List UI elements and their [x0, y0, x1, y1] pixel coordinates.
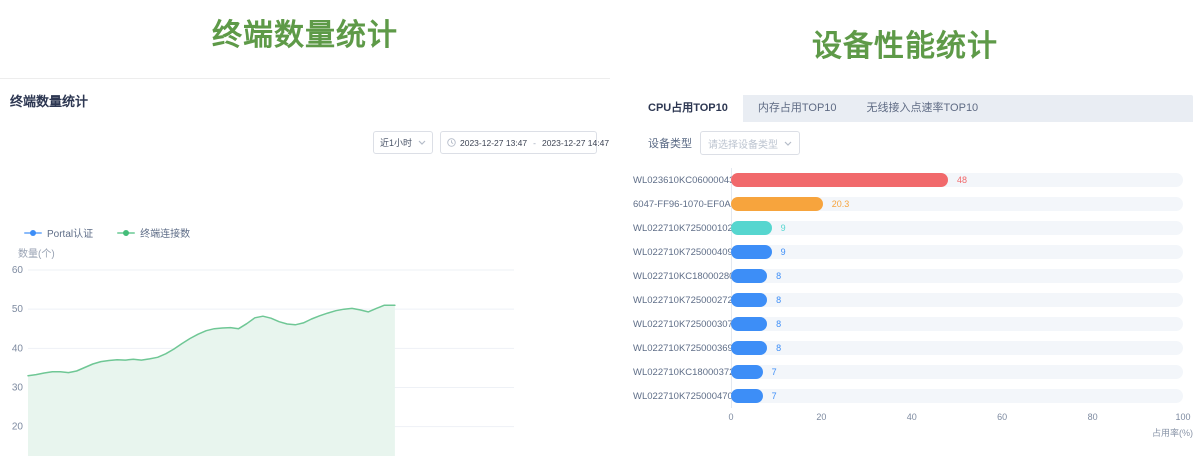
bar-track: 7 [731, 389, 1183, 403]
clock-icon [447, 138, 456, 147]
bar-fill [731, 293, 767, 307]
device-type-select[interactable]: 请选择设备类型 [700, 131, 800, 155]
bar-row-3: WL022710K725000409 9 [633, 240, 1193, 264]
date-range-separator: - [531, 138, 538, 148]
bar-track: 9 [731, 221, 1183, 235]
bar-category-label: WL022710K725000307 [633, 319, 722, 330]
device-performance-header: 设备性能统计 [610, 21, 1200, 65]
bar-row-4: WL022710KC18000280 8 [633, 264, 1193, 288]
tab-1[interactable]: 内存占用TOP10 [743, 95, 852, 122]
bar-category-label: 6047-FF96-1070-EF0A [633, 199, 722, 210]
legend-item-1[interactable]: 终端连接数 [117, 225, 190, 240]
bar-track: 9 [731, 245, 1183, 259]
device-performance-section: 设备性能统计 CPU占用TOP10内存占用TOP10无线接入点速率TOP10 设… [610, 0, 1200, 456]
bar-category-label: WL022710K725000369 [633, 343, 722, 354]
bar-value-label: 9 [781, 223, 786, 233]
terminal-count-panel: 终端数量统计 近1小时 2023-12-27 13:47 - 2023-12-2… [0, 78, 610, 456]
bar-value-label: 9 [781, 247, 786, 257]
bar-track: 8 [731, 317, 1183, 331]
bar-category-label: WL022710K725000102 [633, 223, 722, 234]
bar-category-label: WL022710KC18000372 [633, 367, 722, 378]
bar-row-6: WL022710K725000307 8 [633, 312, 1193, 336]
bar-fill [731, 341, 767, 355]
svg-text:30: 30 [12, 382, 24, 393]
bar-category-label: WL022710K725000470 [633, 391, 722, 402]
chevron-down-icon [418, 140, 426, 145]
time-range-value: 近1小时 [380, 136, 412, 149]
bar-track: 8 [731, 341, 1183, 355]
bar-value-label: 48 [957, 175, 967, 185]
bar-fill [731, 317, 767, 331]
bar-row-9: WL022710K725000470 7 [633, 384, 1193, 408]
bar-value-label: 7 [772, 367, 777, 377]
tab-bar: CPU占用TOP10内存占用TOP10无线接入点速率TOP10 [633, 95, 1193, 122]
dashboard-page: 终端数量统计 终端数量统计 近1小时 2023-12-27 13:47 - 20… [0, 0, 1200, 456]
bar-fill [731, 221, 772, 235]
bar-category-label: WL022710K725000409 [633, 247, 722, 258]
time-range-select[interactable]: 近1小时 [373, 131, 433, 154]
x-tick-label: 0 [728, 412, 733, 422]
x-axis-name: 占用率(%) [731, 426, 1193, 439]
y-axis-name: 数量(个) [18, 245, 55, 260]
legend-marker [117, 228, 135, 238]
bar-fill [731, 245, 772, 259]
bar-track: 7 [731, 365, 1183, 379]
device-type-label: 设备类型 [648, 135, 692, 151]
bar-fill [731, 173, 948, 187]
bar-value-label: 8 [776, 343, 781, 353]
bar-chart-x-axis: 020406080100 [731, 412, 1183, 426]
bar-category-label: WL022710K725000272 [633, 295, 722, 306]
device-performance-panel: CPU占用TOP10内存占用TOP10无线接入点速率TOP10 设备类型 请选择… [633, 95, 1193, 456]
bar-row-7: WL022710K725000369 8 [633, 336, 1193, 360]
chevron-down-icon [784, 141, 792, 146]
bar-value-label: 8 [776, 319, 781, 329]
bar-track: 20.3 [731, 197, 1183, 211]
date-range-end: 2023-12-27 14:47 [542, 138, 609, 148]
legend-label: 终端连接数 [140, 225, 190, 240]
bar-row-1: 6047-FF96-1070-EF0A 20.3 [633, 192, 1193, 216]
bar-value-label: 8 [776, 271, 781, 281]
terminal-count-chart: 010203040506013:4714:0014:1514:3014:4514… [0, 259, 610, 456]
bar-row-2: WL022710K725000102 9 [633, 216, 1193, 240]
cpu-top10-chart: WL023610KC06000043 48 6047-FF96-1070-EF0A 2… [633, 168, 1193, 408]
bar-value-label: 20.3 [832, 199, 850, 209]
bar-fill [731, 365, 763, 379]
terminal-count-panel-title: 终端数量统计 [10, 91, 88, 110]
x-tick-label: 100 [1175, 412, 1190, 422]
bar-track: 8 [731, 269, 1183, 283]
bar-row-5: WL022710K725000272 8 [633, 288, 1193, 312]
bar-track: 48 [731, 173, 1183, 187]
svg-text:60: 60 [12, 265, 24, 276]
chart-controls: 近1小时 2023-12-27 13:47 - 2023-12-27 14:47 [373, 131, 597, 154]
bar-fill [731, 197, 823, 211]
legend-marker [24, 228, 42, 238]
device-type-filter-row: 设备类型 请选择设备类型 [648, 131, 1193, 155]
device-type-placeholder: 请选择设备类型 [708, 136, 778, 151]
date-range-start: 2023-12-27 13:47 [460, 138, 527, 148]
svg-text:20: 20 [12, 422, 24, 433]
bar-category-label: WL022710KC18000280 [633, 271, 722, 282]
bar-value-label: 8 [776, 295, 781, 305]
tab-0[interactable]: CPU占用TOP10 [633, 95, 743, 122]
bar-track: 8 [731, 293, 1183, 307]
bar-row-8: WL022710KC18000372 7 [633, 360, 1193, 384]
chart-legend: Portal认证 终端连接数 [24, 225, 190, 240]
terminal-count-header: 终端数量统计 [0, 10, 610, 54]
tab-2[interactable]: 无线接入点速率TOP10 [852, 95, 994, 122]
date-range-picker[interactable]: 2023-12-27 13:47 - 2023-12-27 14:47 [440, 131, 597, 154]
x-tick-label: 80 [1088, 412, 1098, 422]
x-tick-label: 60 [997, 412, 1007, 422]
bar-row-0: WL023610KC06000043 48 [633, 168, 1193, 192]
x-tick-label: 20 [816, 412, 826, 422]
bar-fill [731, 269, 767, 283]
legend-item-0[interactable]: Portal认证 [24, 225, 93, 240]
bar-fill [731, 389, 763, 403]
svg-text:50: 50 [12, 304, 24, 315]
terminal-count-section: 终端数量统计 终端数量统计 近1小时 2023-12-27 13:47 - 20… [0, 0, 610, 456]
svg-text:40: 40 [12, 343, 24, 354]
bar-value-label: 7 [772, 391, 777, 401]
legend-label: Portal认证 [47, 225, 93, 240]
x-tick-label: 40 [907, 412, 917, 422]
bar-category-label: WL023610KC06000043 [633, 175, 722, 186]
